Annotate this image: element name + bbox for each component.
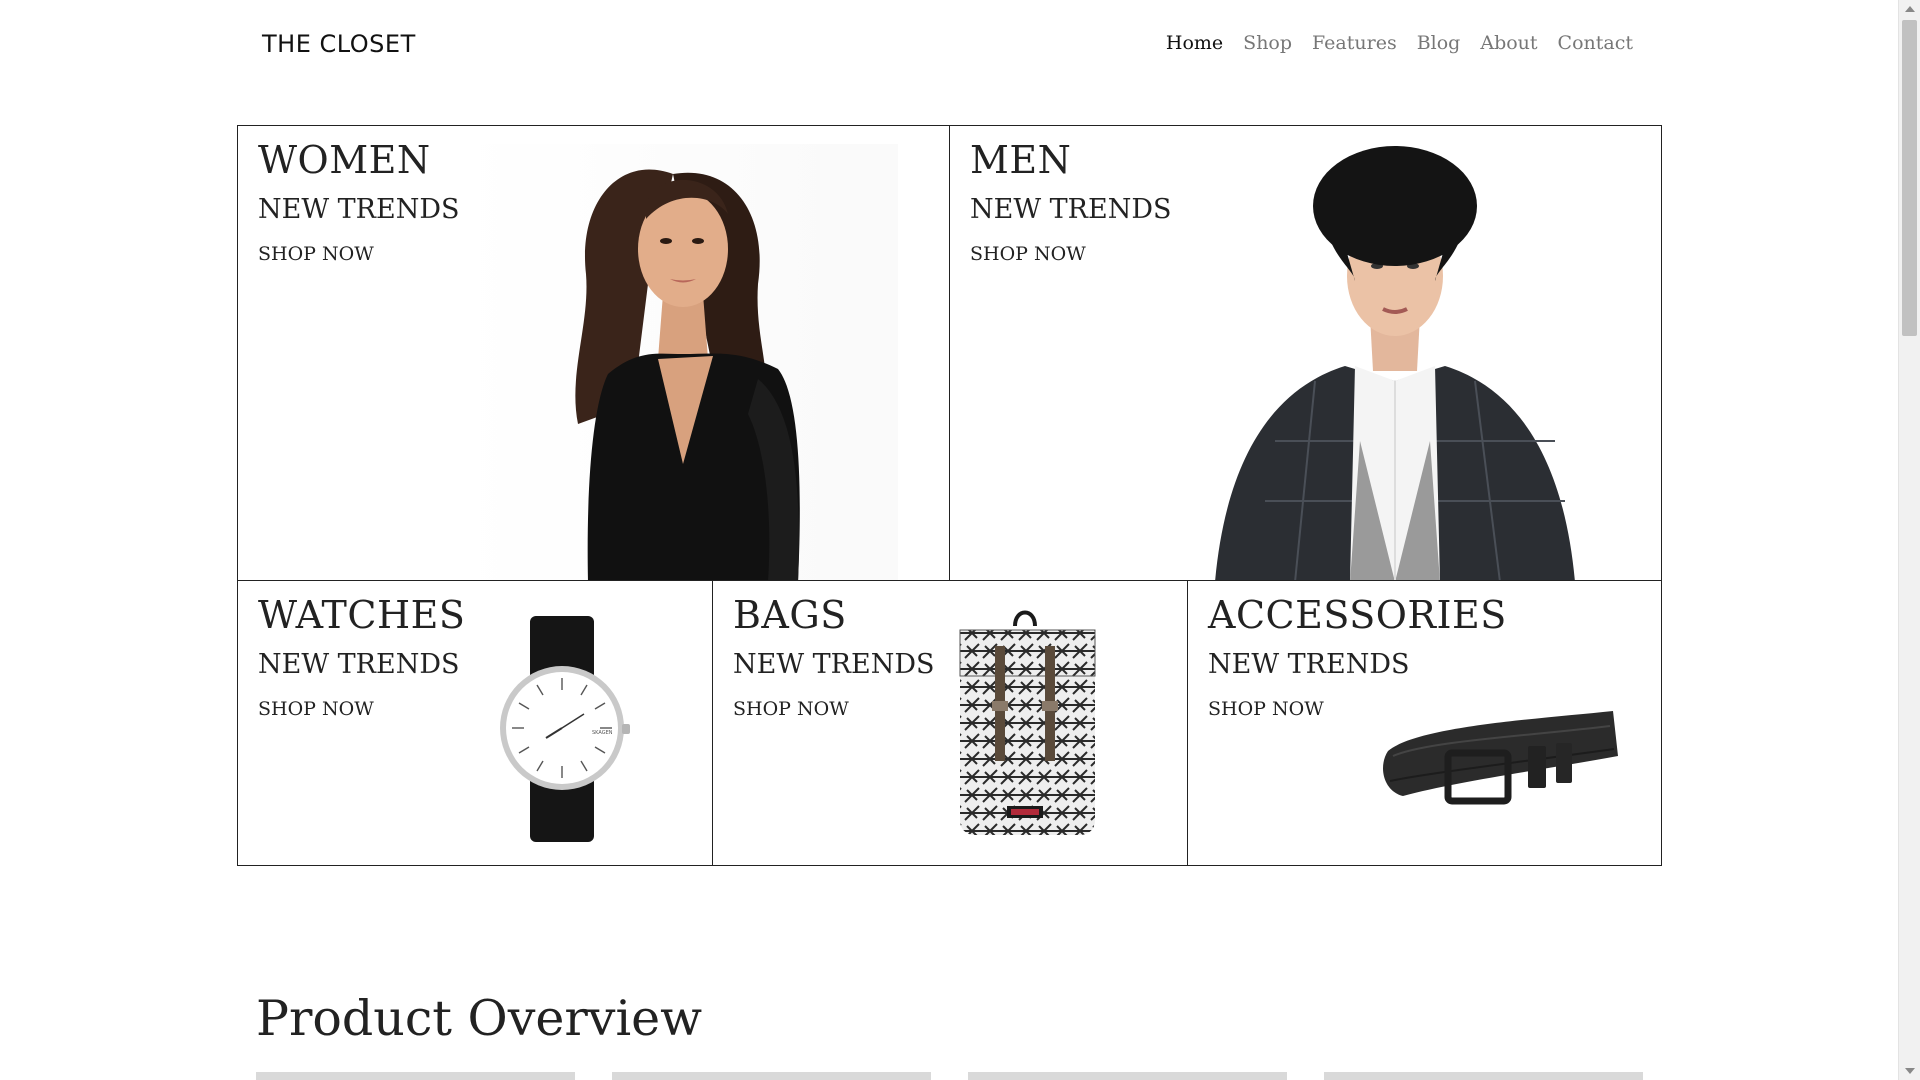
product-list	[256, 1072, 1643, 1080]
shop-now-link[interactable]: SHOP NOW	[733, 698, 849, 720]
category-subtitle: NEW TRENDS	[733, 649, 935, 680]
product-card[interactable]	[256, 1072, 575, 1080]
shop-now-link[interactable]: SHOP NOW	[970, 243, 1086, 265]
backpack-photo	[959, 610, 1096, 835]
category-women[interactable]: WOMEN NEW TRENDS SHOP NOW	[237, 125, 950, 581]
nav-about[interactable]: About	[1480, 32, 1537, 54]
product-card[interactable]	[1324, 1072, 1643, 1080]
category-title: WATCHES	[258, 593, 466, 637]
category-title: ACCESSORIES	[1208, 593, 1507, 637]
belt-photo	[1383, 711, 1618, 805]
man-model-photo	[1215, 146, 1575, 580]
scroll-up-icon[interactable]	[1905, 6, 1915, 12]
category-men[interactable]: MEN NEW TRENDS SHOP NOW	[949, 125, 1662, 581]
site-logo[interactable]: THE CLOSET	[262, 30, 416, 58]
shop-now-link[interactable]: SHOP NOW	[258, 698, 374, 720]
watch-brand-text: SKAGEN	[592, 730, 613, 736]
category-watches[interactable]: WATCHES NEW TRENDS SHOP NOW SKAGEN	[237, 580, 713, 866]
nav-shop[interactable]: Shop	[1243, 32, 1292, 54]
category-subtitle: NEW TRENDS	[970, 194, 1172, 225]
nav-home[interactable]: Home	[1166, 32, 1223, 54]
category-title: WOMEN	[258, 138, 431, 182]
category-title: MEN	[970, 138, 1072, 182]
product-card[interactable]	[968, 1072, 1287, 1080]
shop-now-link[interactable]: SHOP NOW	[258, 243, 374, 265]
scrollbar-thumb[interactable]	[1902, 20, 1917, 336]
scroll-down-icon[interactable]	[1905, 1068, 1915, 1074]
category-bags[interactable]: BAGS NEW TRENDS SHOP NOW	[712, 580, 1188, 866]
site-header: THE CLOSET Home Shop Features Blog About…	[0, 0, 1898, 90]
category-subtitle: NEW TRENDS	[258, 194, 460, 225]
woman-model-photo	[458, 144, 898, 580]
main-nav: Home Shop Features Blog About Contact	[1166, 32, 1633, 54]
category-title: BAGS	[733, 593, 847, 637]
category-grid: WOMEN NEW TRENDS SHOP NOW MEN NEW TRENDS…	[237, 125, 1662, 866]
category-subtitle: NEW TRENDS	[258, 649, 460, 680]
page-scrollbar[interactable]	[1898, 0, 1920, 1080]
nav-contact[interactable]: Contact	[1558, 32, 1633, 54]
category-accessories[interactable]: ACCESSORIES NEW TRENDS SHOP NOW	[1187, 580, 1662, 866]
nav-blog[interactable]: Blog	[1417, 32, 1461, 54]
product-card[interactable]	[612, 1072, 931, 1080]
category-subtitle: NEW TRENDS	[1208, 649, 1410, 680]
nav-features[interactable]: Features	[1312, 32, 1397, 54]
watch-photo: SKAGEN	[500, 616, 630, 842]
product-overview-title: Product Overview	[256, 990, 703, 1047]
shop-now-link[interactable]: SHOP NOW	[1208, 698, 1324, 720]
